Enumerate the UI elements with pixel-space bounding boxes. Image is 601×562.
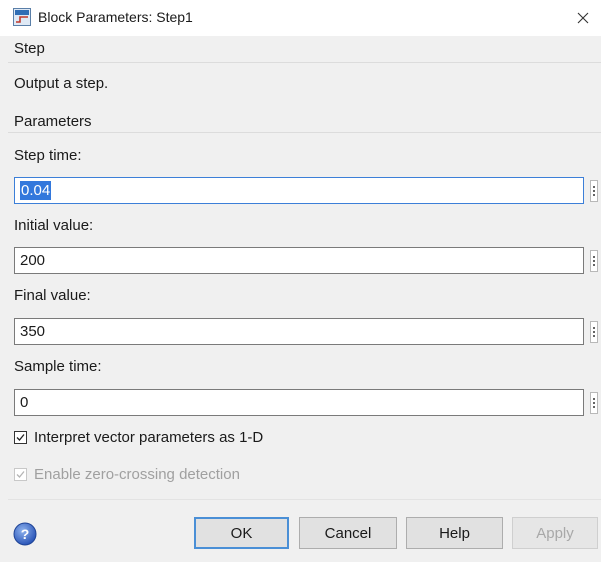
ok-button[interactable]: OK bbox=[194, 517, 289, 549]
close-button[interactable] bbox=[565, 0, 601, 36]
initial-value-label: Initial value: bbox=[14, 217, 94, 234]
interpret-vector-label: Interpret vector parameters as 1-D bbox=[34, 429, 264, 446]
step-time-label: Step time: bbox=[14, 147, 82, 164]
simulink-block-icon bbox=[13, 8, 31, 26]
window-title: Block Parameters: Step1 bbox=[38, 9, 193, 25]
step-time-menu-button[interactable] bbox=[590, 180, 598, 202]
checkmark-icon bbox=[16, 434, 25, 441]
zero-crossing-checkbox-row: Enable zero-crossing detection bbox=[14, 466, 240, 483]
title-bar: Block Parameters: Step1 bbox=[0, 0, 601, 36]
parameters-group-title: Parameters bbox=[14, 113, 92, 130]
svg-text:?: ? bbox=[21, 526, 30, 542]
group-divider bbox=[8, 62, 601, 63]
sample-time-menu-button[interactable] bbox=[590, 392, 598, 414]
initial-value-value: 200 bbox=[20, 252, 46, 269]
step-time-value: 0.04 bbox=[20, 181, 52, 200]
zero-crossing-checkbox bbox=[14, 468, 27, 481]
block-group-title: Step bbox=[14, 40, 45, 57]
block-description: Output a step. bbox=[14, 75, 109, 92]
sample-time-value: 0 bbox=[20, 394, 29, 411]
initial-value-menu-button[interactable] bbox=[590, 250, 598, 272]
dialog-content: Step Output a step. Parameters Step time… bbox=[0, 36, 601, 562]
final-value-menu-button[interactable] bbox=[590, 321, 598, 343]
interpret-vector-checkbox-row[interactable]: Interpret vector parameters as 1-D bbox=[14, 429, 263, 446]
apply-button: Apply bbox=[512, 517, 598, 549]
help-button[interactable]: Help bbox=[406, 517, 503, 549]
sample-time-label: Sample time: bbox=[14, 358, 102, 375]
final-value-value: 350 bbox=[20, 323, 46, 340]
checkmark-icon bbox=[16, 471, 25, 478]
final-value-label: Final value: bbox=[14, 287, 91, 304]
final-value-input[interactable]: 350 bbox=[14, 318, 584, 345]
zero-crossing-label: Enable zero-crossing detection bbox=[34, 466, 240, 483]
step-time-input[interactable]: 0.04 bbox=[14, 177, 584, 204]
group-divider bbox=[8, 132, 601, 133]
interpret-vector-checkbox[interactable] bbox=[14, 431, 27, 444]
initial-value-input[interactable]: 200 bbox=[14, 247, 584, 274]
close-icon bbox=[577, 12, 589, 24]
cancel-button[interactable]: Cancel bbox=[299, 517, 397, 549]
footer-divider bbox=[8, 499, 601, 500]
question-circle-icon[interactable]: ? bbox=[13, 522, 37, 546]
sample-time-input[interactable]: 0 bbox=[14, 389, 584, 416]
